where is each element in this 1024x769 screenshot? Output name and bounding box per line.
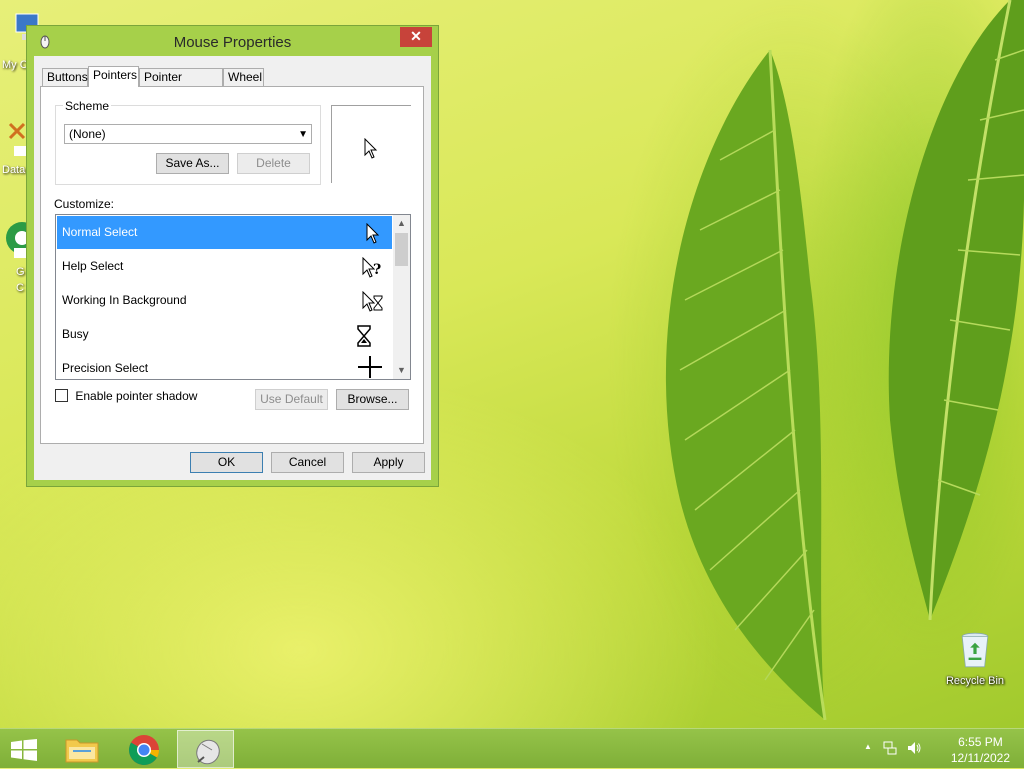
mouse-icon [196, 739, 220, 765]
system-tray: ▲ [854, 729, 934, 769]
title-bar[interactable]: Mouse Properties ✕ [27, 26, 438, 56]
taskbar: ▲ 6:55 PM 12/11/2022 [0, 728, 1024, 768]
volume-icon[interactable] [906, 740, 922, 756]
pointer-preview-box [331, 105, 411, 183]
tab-buttons[interactable]: Buttons [42, 68, 88, 86]
svg-text:?: ? [373, 262, 381, 278]
windows-logo-icon [11, 739, 37, 761]
use-default-button[interactable]: Use Default [255, 389, 328, 410]
list-item-busy[interactable]: Busy [57, 318, 392, 351]
list-item-label: Normal Select [62, 225, 138, 239]
desktop-icon-label: Data [2, 164, 26, 176]
help-cursor-icon: ? [362, 257, 381, 278]
list-scrollbar[interactable]: ▲ ▼ [393, 215, 410, 379]
desktop-icon-label: C [16, 282, 24, 294]
chrome-icon [128, 735, 160, 766]
working-cursor-icon [362, 291, 383, 312]
scheme-dropdown[interactable]: (None) ▼ [64, 124, 312, 144]
list-item-normal-select[interactable]: Normal Select [57, 216, 392, 249]
pointer-list[interactable]: Normal Select Help Select ? Working In B… [55, 214, 411, 380]
clock-time: 6:55 PM [958, 735, 1003, 749]
delete-button[interactable]: Delete [237, 153, 310, 174]
pointers-tab-panel: Scheme (None) ▼ Save As... Delete Custom… [40, 86, 424, 444]
crosshair-cursor-icon [358, 356, 382, 378]
show-hidden-icons-icon[interactable]: ▲ [864, 742, 872, 751]
taskbar-chrome[interactable] [116, 730, 172, 768]
scroll-thumb[interactable] [395, 233, 408, 266]
desktop-icon-label: G [16, 266, 25, 278]
customize-label: Customize: [54, 197, 115, 211]
scroll-up-arrow-icon[interactable]: ▲ [393, 215, 410, 232]
browse-button[interactable]: Browse... [336, 389, 409, 410]
network-icon[interactable] [882, 740, 898, 756]
desktop-icon-recycle-bin[interactable]: Recycle Bin [940, 630, 1010, 687]
pointer-shadow-label: Enable pointer shadow [75, 389, 198, 403]
cancel-button[interactable]: Cancel [271, 452, 344, 473]
scheme-selected-value: (None) [69, 127, 106, 141]
pointer-shadow-checkbox[interactable]: Enable pointer shadow [55, 389, 197, 403]
taskbar-clock[interactable]: 6:55 PM 12/11/2022 [951, 734, 1010, 766]
clock-date: 12/11/2022 [950, 751, 1010, 765]
scheme-label: Scheme [63, 99, 112, 113]
arrow-cursor-icon [366, 223, 380, 244]
dialog-client-area: Buttons Pointers Pointer Options Wheel S… [34, 56, 431, 480]
tab-wheel[interactable]: Wheel [223, 68, 264, 86]
hourglass-cursor-icon [357, 325, 371, 347]
arrow-cursor-preview-icon [364, 138, 378, 159]
tab-pointer-options[interactable]: Pointer Options [139, 68, 223, 101]
wallpaper-leaf-right [888, 0, 1024, 620]
list-item-label: Working In Background [62, 293, 187, 307]
folder-icon [65, 739, 99, 763]
list-item-label: Precision Select [62, 361, 149, 375]
taskbar-file-explorer[interactable] [54, 730, 110, 768]
checkbox-box[interactable] [55, 389, 68, 402]
list-item-help-select[interactable]: Help Select ? [57, 250, 392, 283]
apply-button[interactable]: Apply [352, 452, 425, 473]
start-button[interactable] [0, 730, 48, 768]
list-item-label: Help Select [62, 259, 124, 273]
ok-button[interactable]: OK [190, 452, 263, 473]
list-item-precision-select[interactable]: Precision Select [57, 352, 392, 379]
list-item-label: Busy [62, 327, 89, 341]
tab-pointers[interactable]: Pointers [88, 66, 139, 87]
desktop-icon-label: My C [2, 59, 28, 71]
window-title: Mouse Properties [173, 34, 292, 51]
desktop-icon-label: Recycle Bin [945, 675, 1005, 687]
taskbar-mouse-properties[interactable] [177, 730, 234, 768]
mouse-properties-window: Mouse Properties ✕ Buttons Pointers Poin… [26, 25, 439, 487]
close-button[interactable]: ✕ [400, 27, 432, 47]
save-as-button[interactable]: Save As... [156, 153, 229, 174]
wallpaper-leaf-left [665, 49, 827, 720]
list-item-working-in-background[interactable]: Working In Background [57, 284, 392, 317]
chevron-down-icon: ▼ [298, 129, 308, 140]
scroll-down-arrow-icon[interactable]: ▼ [393, 362, 410, 379]
recycle-bin-icon [961, 632, 989, 668]
